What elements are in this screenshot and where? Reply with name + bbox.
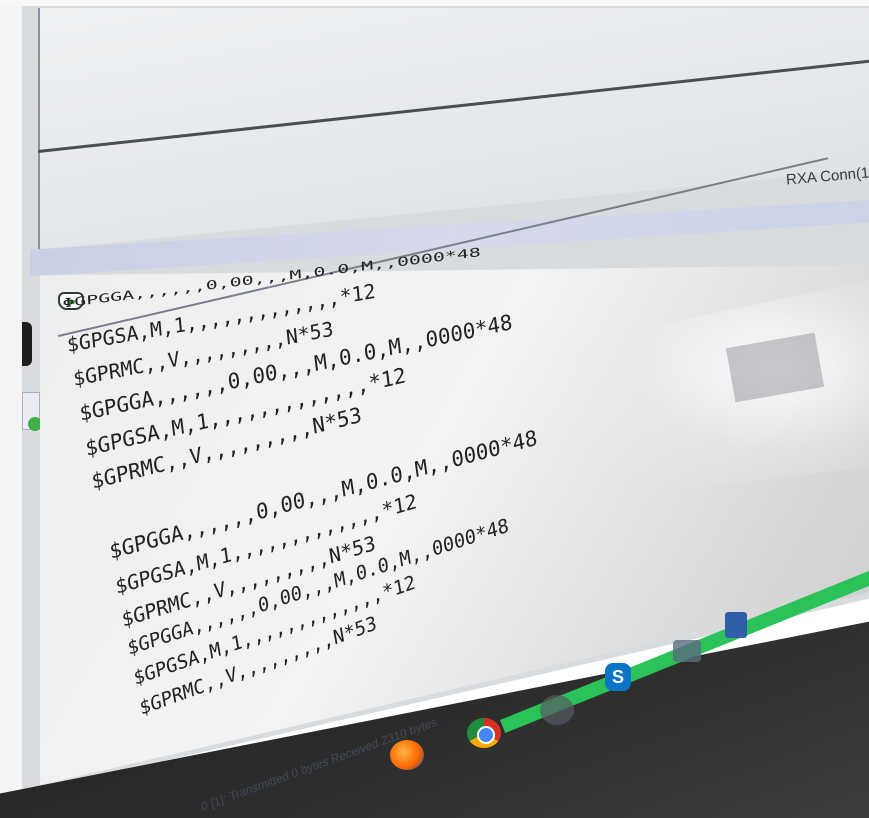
side-app-icon[interactable]	[22, 322, 32, 366]
skype-icon[interactable]: S	[605, 663, 631, 691]
chrome-icon[interactable]	[467, 718, 501, 748]
monitor-bezel-left	[0, 0, 22, 818]
tool-icon[interactable]	[673, 640, 701, 662]
word-icon[interactable]	[725, 612, 747, 638]
monitor-bezel-top	[0, 0, 869, 6]
side-status-icon	[28, 417, 42, 431]
firefox-icon[interactable]	[390, 740, 424, 770]
photo-scene: RXA Conn(1 ΦGPGGA,,,,,,0,00,,,M,0.0,M,,0…	[0, 0, 869, 818]
pinned-app-icon[interactable]	[540, 695, 574, 725]
